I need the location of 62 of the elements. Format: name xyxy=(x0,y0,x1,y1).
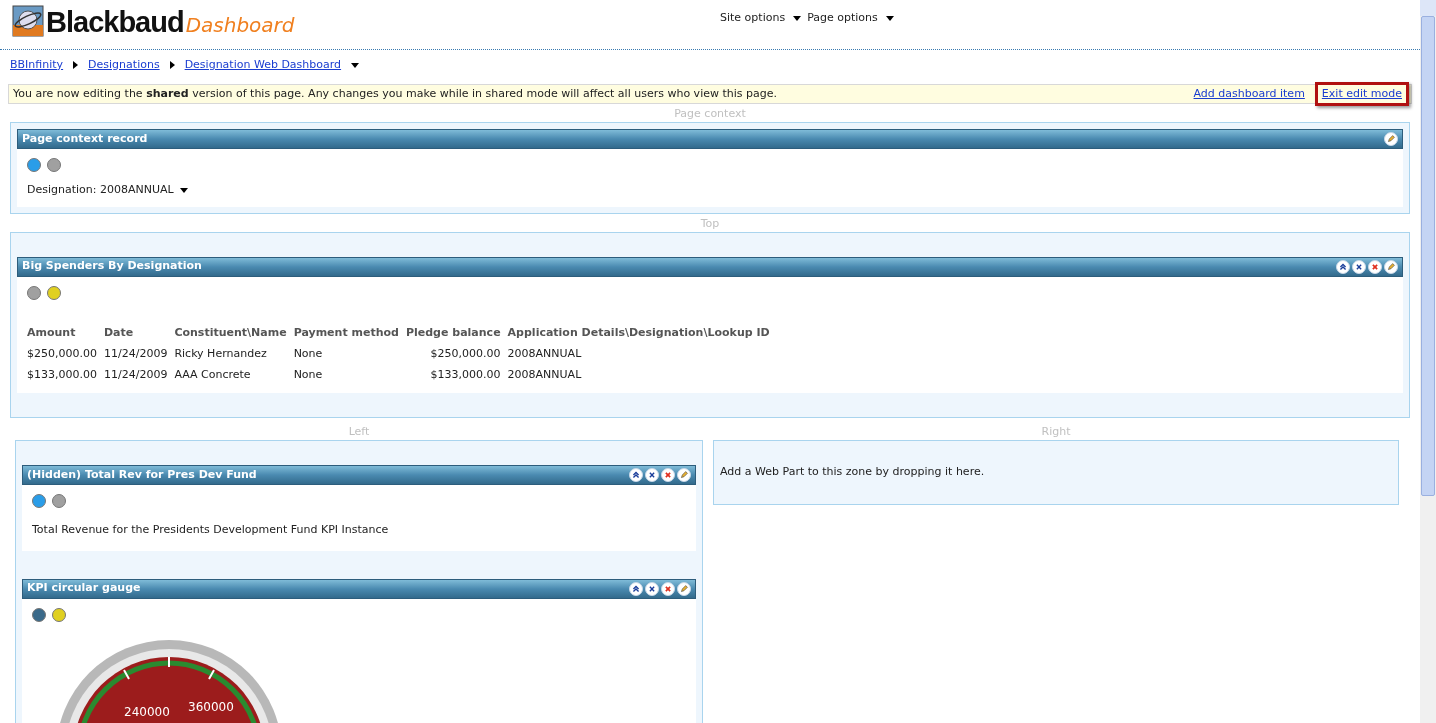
table-cell: 11/24/2009 xyxy=(104,364,175,385)
edit-bar-link[interactable]: Exit edit mode xyxy=(1314,81,1409,107)
breadcrumb-arrow-icon xyxy=(169,61,175,69)
breadcrumb-link[interactable]: Designation Web Dashboard xyxy=(184,56,342,74)
web-part-title: Page context record xyxy=(22,130,148,147)
kpi-description: Total Revenue for the Presidents Development Fund KPI Instance xyxy=(32,522,390,538)
dropdown-caret-icon[interactable] xyxy=(179,187,188,193)
column-header: Date xyxy=(104,324,135,341)
breadcrumb-link[interactable]: Designations xyxy=(88,56,160,74)
drop-zone-hint: Add a Web Part to this zone by dropping it here. xyxy=(719,464,986,480)
table-cell-text: $133,000.00 xyxy=(27,366,98,383)
collapse-icon[interactable] xyxy=(629,581,643,596)
x-icon[interactable] xyxy=(645,468,659,482)
pencil-icon[interactable] xyxy=(677,468,691,482)
close-icon[interactable] xyxy=(661,581,675,596)
column-header: Constituent\Name xyxy=(174,321,294,344)
table-cell-text: 2008ANNUAL xyxy=(507,366,583,383)
column-header: Payment method xyxy=(293,324,400,341)
globe-logo-icon xyxy=(12,5,44,37)
dropdown-caret-icon[interactable] xyxy=(885,15,894,21)
x-icon[interactable] xyxy=(645,581,659,596)
table-cell: $133,000.00 xyxy=(405,364,508,385)
zone-label: Top xyxy=(699,215,721,232)
pencil-icon[interactable] xyxy=(1384,132,1398,146)
table-cell: $250,000.00 xyxy=(405,344,508,365)
column-header: Application Details\Designation\Lookup ID xyxy=(507,324,771,341)
breadcrumb-link[interactable]: BBInfinity xyxy=(10,56,64,74)
close-icon[interactable] xyxy=(1368,259,1382,274)
x-icon[interactable] xyxy=(1352,259,1366,274)
gauge-scale-label: 360000 xyxy=(188,698,234,716)
web-part-title: Big Spenders By Designation xyxy=(22,258,202,275)
column-header: Pledge balance xyxy=(405,321,508,344)
logo-wordmark: Blackbaud xyxy=(46,7,184,37)
table-cell-text: 11/24/2009 xyxy=(104,346,169,362)
zone-label: Right xyxy=(1040,424,1072,440)
table-cell-text: $250,000.00 xyxy=(27,346,98,362)
web-part-title: KPI circular gauge xyxy=(27,580,141,597)
dropdown-caret-icon[interactable] xyxy=(793,15,802,21)
collapse-icon[interactable] xyxy=(629,468,643,482)
edit-bar-link[interactable]: Add dashboard item xyxy=(1189,85,1309,103)
table-cell-text: None xyxy=(293,366,324,383)
collapse-icon[interactable] xyxy=(1336,259,1350,274)
options-menu[interactable]: Site options xyxy=(720,10,786,27)
zone-label: Page context xyxy=(673,106,747,122)
table-cell: AAA Concrete xyxy=(174,364,294,385)
table-cell: Ricky Hernandez xyxy=(174,344,294,365)
zone-label: Left xyxy=(347,424,371,440)
column-header: Amount xyxy=(27,324,77,341)
dropdown-caret-icon[interactable] xyxy=(351,62,360,68)
pencil-icon[interactable] xyxy=(677,581,691,596)
designation-selector[interactable]: Designation: 2008ANNUAL xyxy=(27,182,174,199)
gauge-scale-label: 240000 xyxy=(124,703,170,721)
table-cell-text: 2008ANNUAL xyxy=(507,346,583,362)
pencil-icon[interactable] xyxy=(1384,259,1398,274)
breadcrumb-arrow-icon xyxy=(73,61,79,69)
edit-mode-message: You are now editing the shared version of this page. Any changes you make while in shared mode will affect all users who view this page. xyxy=(13,85,777,102)
vertical-scrollbar[interactable] xyxy=(1420,0,1436,723)
web-part-title: (Hidden) Total Rev for Pres Dev Fund xyxy=(27,466,257,483)
table-cell-text: None xyxy=(293,346,324,362)
logo-subtitle: Dashboard xyxy=(185,13,295,37)
close-icon[interactable] xyxy=(661,468,675,482)
options-menu[interactable]: Page options xyxy=(807,10,878,27)
